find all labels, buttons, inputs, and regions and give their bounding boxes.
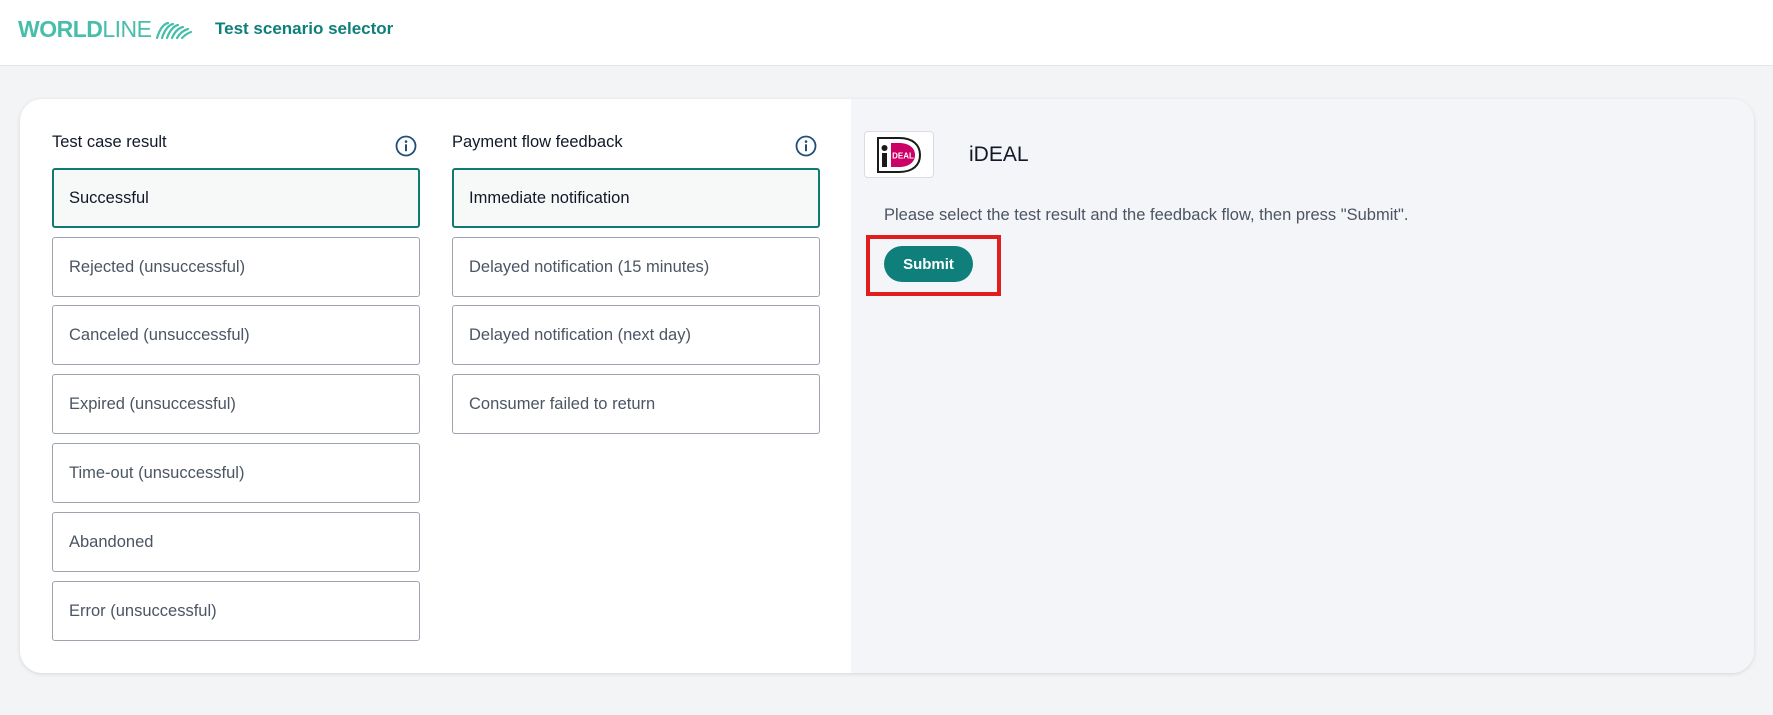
worldline-waves-icon	[155, 21, 192, 40]
test-case-option-timeout[interactable]: Time-out (unsuccessful)	[52, 443, 420, 503]
payment-flow-info-icon[interactable]	[795, 135, 817, 157]
payment-flow-option-delayed-15min[interactable]: Delayed notification (15 minutes)	[452, 237, 820, 297]
ideal-logo-text: DEAL	[892, 151, 914, 160]
test-case-option-rejected[interactable]: Rejected (unsuccessful)	[52, 237, 420, 297]
scenario-card: Test case result Successful Rejected (un…	[20, 99, 1754, 673]
test-case-info-icon[interactable]	[395, 135, 417, 157]
app-title: Test scenario selector	[215, 19, 394, 38]
worldline-logo[interactable]: WORLDLINE	[18, 16, 193, 42]
submit-button[interactable]: Submit	[884, 246, 973, 282]
payment-method-name: iDEAL	[969, 143, 1029, 166]
test-case-option-successful[interactable]: Successful	[52, 168, 420, 228]
top-header: WORLDLINE Test scenario selector	[0, 0, 1773, 66]
test-case-option-error[interactable]: Error (unsuccessful)	[52, 581, 420, 641]
test-case-option-expired[interactable]: Expired (unsuccessful)	[52, 374, 420, 434]
ideal-logo-icon: DEAL	[877, 136, 922, 173]
test-case-option-abandoned[interactable]: Abandoned	[52, 512, 420, 572]
payment-flow-option-immediate[interactable]: Immediate notification	[452, 168, 820, 228]
ideal-logo: DEAL	[864, 131, 934, 178]
logo-text-light: LINE	[102, 16, 152, 42]
test-case-option-canceled[interactable]: Canceled (unsuccessful)	[52, 305, 420, 365]
logo-text-bold: WORLD	[18, 16, 103, 42]
instructions-text: Please select the test result and the fe…	[884, 206, 1409, 224]
payment-flow-title: Payment flow feedback	[452, 133, 623, 151]
payment-flow-option-delayed-next-day[interactable]: Delayed notification (next day)	[452, 305, 820, 365]
payment-method-panel	[851, 99, 1754, 673]
payment-flow-option-consumer-failed[interactable]: Consumer failed to return	[452, 374, 820, 434]
test-case-title: Test case result	[52, 133, 167, 151]
